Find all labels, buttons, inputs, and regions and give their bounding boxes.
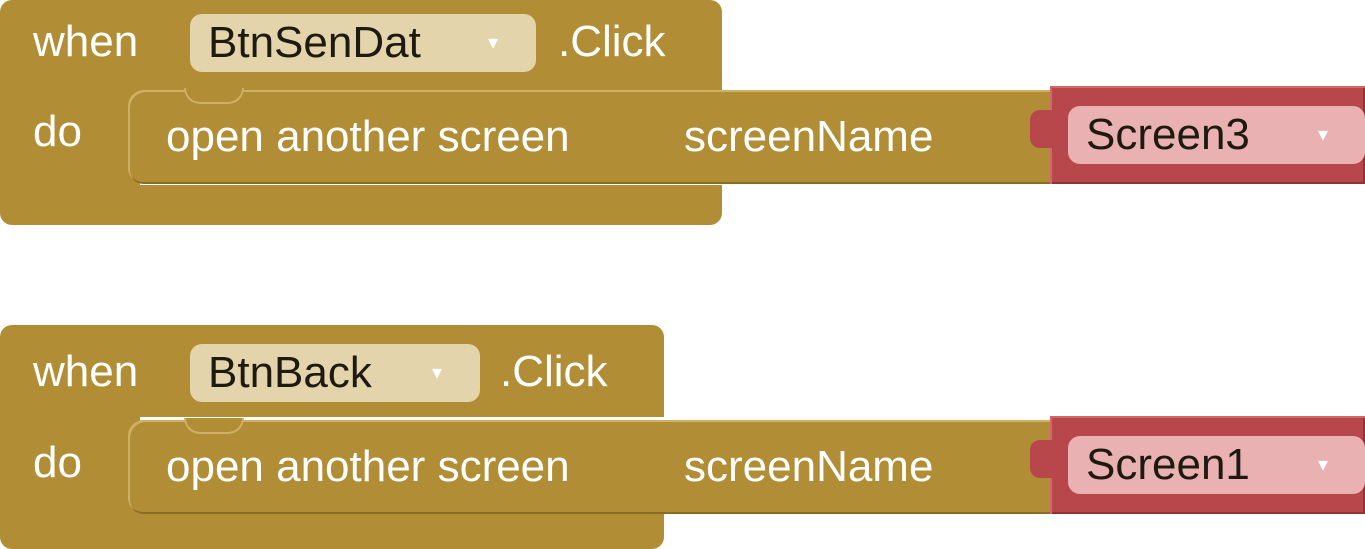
screen-name-value-block[interactable]: Screen3 ▾ — [1030, 86, 1365, 184]
event-name: .Click — [500, 347, 608, 396]
open-another-screen-block[interactable]: open another screen screenName — [128, 88, 1058, 184]
dropdown-arrow-icon: ▾ — [1318, 124, 1329, 146]
do-keyword: do — [33, 107, 82, 156]
open-another-screen-block[interactable]: open another screen screenName — [128, 418, 1058, 514]
screen-name-dropdown[interactable]: Screen1 ▾ — [1068, 436, 1365, 494]
statement-label: open another screen — [166, 442, 570, 491]
when-keyword: when — [33, 17, 139, 66]
value-connector — [1030, 110, 1054, 148]
value-connector — [1030, 440, 1054, 478]
event-name: .Click — [558, 17, 666, 66]
component-name: BtnSenDat — [208, 18, 421, 67]
statement-notch — [184, 88, 244, 104]
component-dropdown[interactable]: BtnBack ▾ — [190, 344, 480, 402]
when-keyword: when — [33, 347, 139, 396]
component-name: BtnBack — [208, 348, 372, 397]
screenname-param-label: screenName — [684, 112, 934, 161]
screenname-param-label: screenName — [684, 442, 934, 491]
component-dropdown[interactable]: BtnSenDat ▾ — [190, 14, 536, 72]
event-block-footer — [0, 185, 722, 225]
statement-notch — [184, 418, 244, 434]
screen-name-value-block[interactable]: Screen1 ▾ — [1030, 416, 1365, 514]
dropdown-arrow-icon: ▾ — [488, 32, 499, 54]
event-block-btnback[interactable]: when BtnBack ▾ .Click do open another sc… — [0, 325, 1365, 549]
statement-label: open another screen — [166, 112, 570, 161]
screen-name-value: Screen3 — [1086, 110, 1250, 159]
event-block-btnsendat[interactable]: when BtnSenDat ▾ .Click do open another … — [0, 0, 1365, 230]
dropdown-arrow-icon: ▾ — [1318, 454, 1329, 476]
dropdown-arrow-icon: ▾ — [432, 362, 443, 384]
event-block-footer — [0, 509, 664, 549]
screen-name-value: Screen1 — [1086, 440, 1250, 489]
do-keyword: do — [33, 438, 82, 487]
screen-name-dropdown[interactable]: Screen3 ▾ — [1068, 106, 1365, 164]
